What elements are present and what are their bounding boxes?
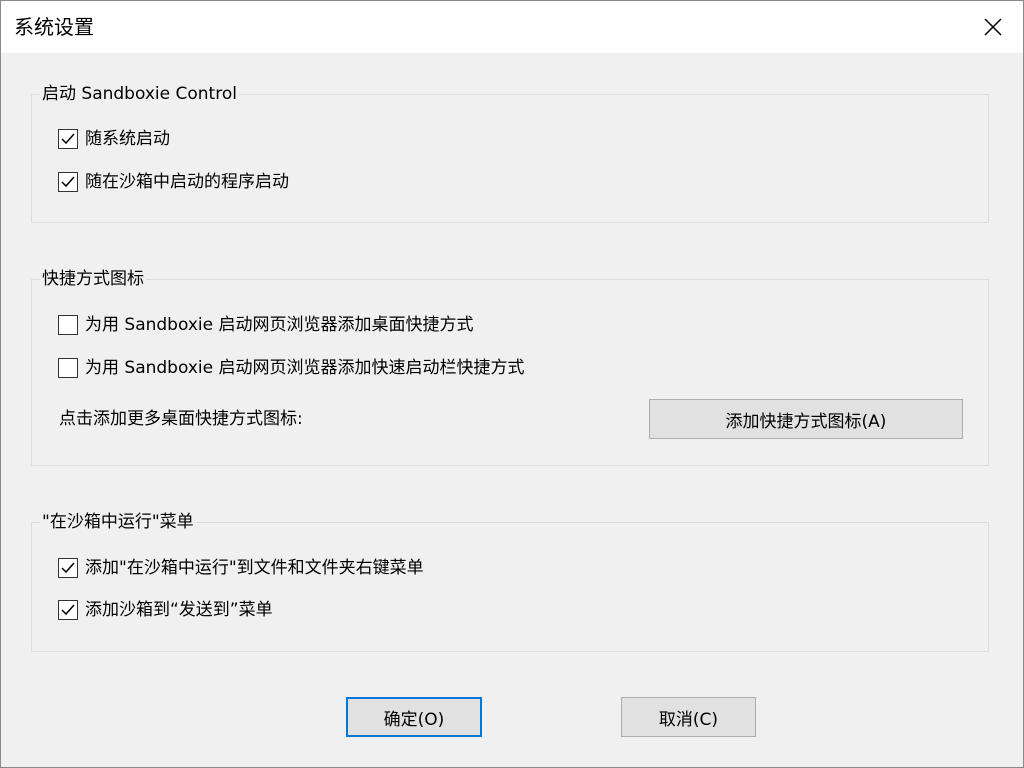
more-shortcuts-text: 点击添加更多桌面快捷方式图标: <box>59 409 303 429</box>
ok-button[interactable]: 确定(O) <box>346 697 482 737</box>
start-with-sandboxed-program-option[interactable]: 随在沙箱中启动的程序启动 <box>58 170 289 194</box>
startup-group-legend: 启动 Sandboxie Control <box>40 83 239 105</box>
quick-launch-shortcut-label: 为用 Sandboxie 启动网页浏览器添加快速启动栏快捷方式 <box>85 358 525 378</box>
start-with-system-option[interactable]: 随系统启动 <box>58 127 170 151</box>
send-to-menu-checkbox[interactable] <box>58 600 78 620</box>
run-sandboxed-menu-group: "在沙箱中运行"菜单 添加"在沙箱中运行"到文件和文件夹右键菜单 添加沙箱到“发… <box>31 511 989 652</box>
start-with-sandboxed-program-checkbox[interactable] <box>58 172 78 192</box>
quick-launch-shortcut-option[interactable]: 为用 Sandboxie 启动网页浏览器添加快速启动栏快捷方式 <box>58 356 525 380</box>
window-title: 系统设置 <box>14 15 94 39</box>
checkmark-icon <box>61 133 75 145</box>
startup-group: 启动 Sandboxie Control 随系统启动 随在沙箱中启动的程序启动 <box>31 83 989 223</box>
quick-launch-shortcut-checkbox[interactable] <box>58 358 78 378</box>
add-shortcut-icon-button[interactable]: 添加快捷方式图标(A) <box>649 399 963 439</box>
start-with-system-checkbox[interactable] <box>58 129 78 149</box>
shortcut-icons-group: 快捷方式图标 为用 Sandboxie 启动网页浏览器添加桌面快捷方式 为用 S… <box>31 268 989 466</box>
start-with-sandboxed-program-label: 随在沙箱中启动的程序启动 <box>85 172 289 192</box>
checkmark-icon <box>61 604 75 616</box>
checkmark-icon <box>61 176 75 188</box>
desktop-shortcut-checkbox[interactable] <box>58 315 78 335</box>
checkmark-icon <box>61 562 75 574</box>
desktop-shortcut-label: 为用 Sandboxie 启动网页浏览器添加桌面快捷方式 <box>85 315 474 335</box>
cancel-button[interactable]: 取消(C) <box>621 697 756 737</box>
close-icon <box>983 17 1003 37</box>
context-menu-label: 添加"在沙箱中运行"到文件和文件夹右键菜单 <box>85 558 424 578</box>
start-with-system-label: 随系统启动 <box>85 129 170 149</box>
settings-dialog: 系统设置 启动 Sandboxie Control 随系统启动 随在沙箱中启动的… <box>0 0 1024 768</box>
close-button[interactable] <box>963 1 1023 53</box>
send-to-menu-label: 添加沙箱到“发送到”菜单 <box>85 600 273 620</box>
title-bar: 系统设置 <box>1 1 1023 53</box>
send-to-menu-option[interactable]: 添加沙箱到“发送到”菜单 <box>58 598 273 622</box>
context-menu-checkbox[interactable] <box>58 558 78 578</box>
context-menu-option[interactable]: 添加"在沙箱中运行"到文件和文件夹右键菜单 <box>58 556 424 580</box>
desktop-shortcut-option[interactable]: 为用 Sandboxie 启动网页浏览器添加桌面快捷方式 <box>58 313 474 337</box>
run-sandboxed-menu-group-legend: "在沙箱中运行"菜单 <box>40 511 196 533</box>
shortcut-icons-group-legend: 快捷方式图标 <box>40 268 146 290</box>
